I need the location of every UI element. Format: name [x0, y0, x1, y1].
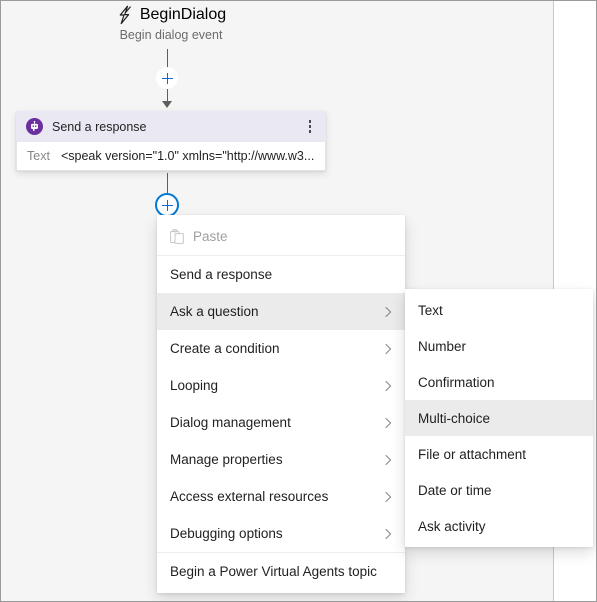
context-menu-item-access-external-resources[interactable]: Access external resources — [157, 478, 405, 515]
context-menu-item-label: Begin a Power Virtual Agents topic — [170, 564, 377, 579]
submenu-item-label: Multi-choice — [418, 410, 491, 426]
context-menu-item-ask-a-question[interactable]: Ask a question — [157, 293, 405, 330]
node-title: Send a response — [52, 119, 147, 134]
context-menu-item-label: Manage properties — [170, 452, 283, 467]
trigger-subtitle: Begin dialog event — [119, 28, 223, 42]
node-field-label: Text — [27, 149, 50, 163]
submenu-item-label: Confirmation — [418, 374, 495, 390]
kebab-menu-icon[interactable] — [303, 118, 317, 135]
context-menu-item-label: Create a condition — [170, 341, 280, 356]
dialog-designer-canvas-root: BeginDialog Begin dialog event Send a re… — [0, 0, 597, 602]
context-menu-item-dialog-management[interactable]: Dialog management — [157, 404, 405, 441]
submenu-item-multi-choice[interactable]: Multi-choice — [405, 400, 593, 436]
submenu-item-label: Ask activity — [418, 518, 486, 534]
context-menu-item-label: Ask a question — [170, 304, 259, 319]
submenu-item-label: Number — [418, 338, 467, 354]
plus-icon — [161, 199, 173, 211]
plus-icon — [161, 72, 173, 84]
connector-line-bottom — [167, 173, 168, 195]
submenu-item-date-or-time[interactable]: Date or time — [405, 472, 593, 508]
chevron-right-icon — [385, 417, 392, 428]
node-field-value: <speak version="1.0" xmlns="http://www.w… — [60, 149, 315, 163]
node-add-context-menu[interactable]: Paste Send a response Ask a question Create… — [157, 215, 405, 593]
context-menu-item-label: Paste — [193, 229, 228, 244]
context-menu-item-looping[interactable]: Looping — [157, 367, 405, 404]
context-menu-item-begin-a-power-virtual-agents-topic[interactable]: Begin a Power Virtual Agents topic — [157, 553, 405, 590]
chevron-right-icon — [385, 343, 392, 354]
context-menu-item-label: Send a response — [170, 267, 273, 282]
context-menu-item-label: Debugging options — [170, 526, 283, 541]
context-menu-item-paste: Paste — [157, 218, 405, 255]
context-menu-item-manage-properties[interactable]: Manage properties — [157, 441, 405, 478]
clipboard-icon — [170, 229, 184, 244]
add-node-button-top[interactable] — [156, 67, 178, 89]
trigger-node[interactable]: BeginDialog Begin dialog event — [61, 5, 281, 42]
submenu-item-ask-activity[interactable]: Ask activity — [405, 508, 593, 544]
context-menu-item-debugging-options[interactable]: Debugging options — [157, 515, 405, 552]
context-menu-item-create-a-condition[interactable]: Create a condition — [157, 330, 405, 367]
submenu-item-label: Date or time — [418, 482, 492, 498]
submenu-item-confirmation[interactable]: Confirmation — [405, 364, 593, 400]
submenu-item-text[interactable]: Text — [405, 292, 593, 328]
submenu-item-file-or-attachment[interactable]: File or attachment — [405, 436, 593, 472]
context-menu-item-label: Dialog management — [170, 415, 291, 430]
ask-a-question-submenu[interactable]: Text Number Confirmation Multi-choice File o… — [405, 289, 593, 547]
connector-arrow-top — [162, 101, 172, 108]
submenu-item-label: File or attachment — [418, 446, 527, 462]
send-a-response-node[interactable]: Send a response Text <speak version="1.0… — [16, 111, 326, 171]
node-header[interactable]: Send a response — [16, 111, 326, 142]
chevron-right-icon — [385, 491, 392, 502]
trigger-title-row: BeginDialog — [61, 5, 281, 25]
node-body[interactable]: Text <speak version="1.0" xmlns="http://… — [16, 142, 326, 171]
trigger-title: BeginDialog — [139, 6, 227, 23]
submenu-item-number[interactable]: Number — [405, 328, 593, 364]
chevron-right-icon — [385, 306, 392, 317]
add-node-button-active[interactable] — [155, 193, 179, 217]
lightning-bolt-icon — [116, 5, 133, 25]
context-menu-item-label: Looping — [170, 378, 219, 393]
chevron-right-icon — [385, 528, 392, 539]
submenu-item-label: Text — [418, 302, 443, 318]
chevron-right-icon — [385, 454, 392, 465]
context-menu-item-label: Access external resources — [170, 489, 329, 504]
bot-response-icon — [26, 118, 43, 135]
context-menu-item-send-a-response[interactable]: Send a response — [157, 256, 405, 293]
chevron-right-icon — [385, 380, 392, 391]
